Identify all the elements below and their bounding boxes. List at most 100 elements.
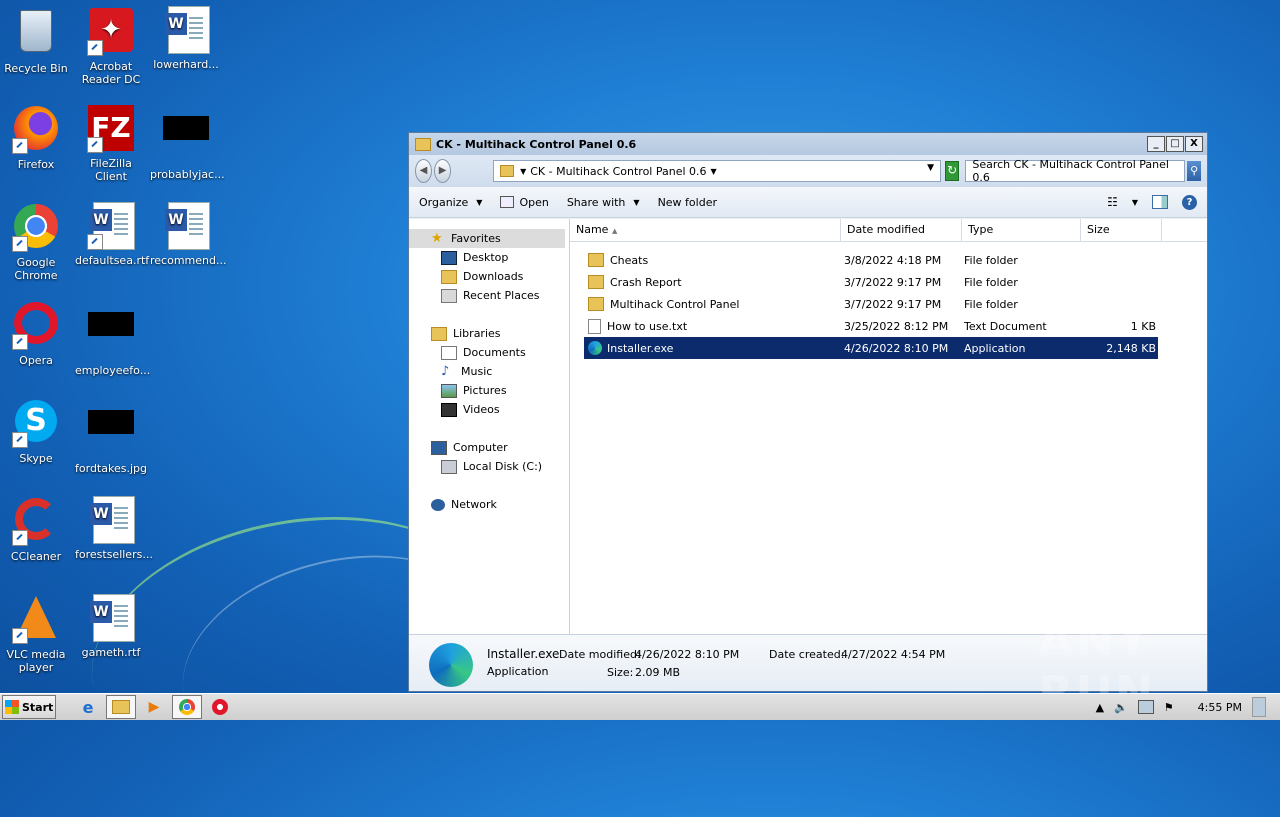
taskbar-ie[interactable]: e bbox=[74, 696, 102, 718]
minimize-button[interactable]: _ bbox=[1147, 136, 1165, 152]
desktop-icon-label: probablyjac... bbox=[150, 168, 225, 181]
taskbar-chrome[interactable] bbox=[172, 695, 202, 719]
internet-explorer-icon: e bbox=[82, 697, 94, 717]
desktop-icon-label: Firefox bbox=[17, 158, 55, 171]
file-row[interactable]: How to use.txt 3/25/2022 8:12 PM Text Do… bbox=[584, 315, 1158, 337]
chevron-down-icon[interactable]: ▼ bbox=[1132, 198, 1138, 207]
maximize-button[interactable]: □ bbox=[1166, 136, 1184, 152]
desktop-icon-gameth[interactable]: gameth.rtf bbox=[75, 594, 147, 659]
acrobat-icon: ✦ bbox=[87, 8, 135, 56]
open-button[interactable]: Open bbox=[500, 196, 549, 209]
taskbar-explorer[interactable] bbox=[106, 695, 136, 719]
column-date-modified[interactable]: Date modified bbox=[841, 219, 962, 241]
nav-libraries[interactable]: Libraries bbox=[409, 324, 569, 343]
refresh-button[interactable]: ↻ bbox=[945, 161, 960, 181]
column-name[interactable]: Name ▲ bbox=[570, 219, 841, 241]
file-date: 3/7/2022 9:17 PM bbox=[844, 275, 942, 289]
nav-network[interactable]: Network bbox=[409, 495, 569, 514]
new-folder-button[interactable]: New folder bbox=[658, 196, 717, 209]
file-row[interactable]: Multihack Control Panel 3/7/2022 9:17 PM… bbox=[584, 293, 1158, 315]
vlc-icon bbox=[12, 596, 60, 644]
nav-downloads[interactable]: Downloads bbox=[409, 267, 569, 286]
details-filetype: Application bbox=[487, 665, 549, 678]
file-size: 1 KB bbox=[1130, 319, 1156, 333]
column-header: Name ▲ Date modified Type Size bbox=[570, 219, 1207, 242]
desktop-icon-skype[interactable]: S Skype bbox=[0, 398, 72, 465]
desktop-icon-label: lowerhard... bbox=[153, 58, 219, 71]
nav-local-disk[interactable]: Local Disk (C:) bbox=[409, 457, 569, 476]
desktop-icon-employeefo[interactable]: employeefo... bbox=[75, 300, 150, 377]
desktop-icon-acrobat[interactable]: ✦ Acrobat Reader DC bbox=[75, 6, 147, 86]
file-row[interactable]: Cheats 3/8/2022 4:18 PM File folder bbox=[584, 249, 1158, 271]
network-icon[interactable] bbox=[1137, 700, 1154, 714]
show-hidden-icons-icon[interactable]: ▲ bbox=[1096, 701, 1104, 714]
close-button[interactable]: X bbox=[1185, 136, 1203, 152]
desktop-icon-label: gameth.rtf bbox=[81, 646, 141, 659]
nav-music[interactable]: ♪ Music bbox=[409, 362, 569, 381]
help-icon[interactable]: ? bbox=[1182, 194, 1197, 210]
taskbar-opera[interactable] bbox=[206, 696, 234, 718]
redacted-thumbnail-icon bbox=[87, 312, 135, 360]
desktop-icon-defaultsea[interactable]: defaultsea.rtf bbox=[75, 202, 149, 267]
chevron-down-icon[interactable]: ▼ bbox=[520, 167, 526, 176]
desktop-icon-filezilla[interactable]: FZ FileZilla Client bbox=[75, 104, 147, 183]
explorer-window[interactable]: CK - Multihack Control Panel 0.6 _ □ X ◀… bbox=[408, 132, 1208, 692]
nav-documents[interactable]: Documents bbox=[409, 343, 569, 362]
file-type: File folder bbox=[964, 275, 1018, 289]
action-center-flag-icon[interactable]: ⚑ bbox=[1164, 701, 1174, 714]
desktop-icon-probablyjac[interactable]: probablyjac... bbox=[150, 104, 225, 181]
volume-icon[interactable]: 🔈 bbox=[1114, 701, 1128, 714]
nav-label: Computer bbox=[453, 441, 508, 454]
show-desktop-button[interactable] bbox=[1252, 697, 1266, 717]
desktop-icon-vlc[interactable]: VLC media player bbox=[0, 594, 72, 674]
search-input[interactable]: Search CK - Multihack Control Panel 0.6 bbox=[965, 158, 1186, 184]
desktop-icon-fordtakes[interactable]: fordtakes.jpg bbox=[75, 398, 147, 475]
file-size: 2,148 KB bbox=[1106, 341, 1156, 355]
search-icon[interactable]: ⚲ bbox=[1187, 161, 1202, 181]
column-name-label: Name bbox=[576, 223, 609, 236]
desktop-icon-opera[interactable]: Opera bbox=[0, 300, 72, 367]
organize-button[interactable]: Organize ▼ bbox=[419, 196, 482, 209]
share-with-button[interactable]: Share with ▼ bbox=[567, 196, 640, 209]
nav-desktop[interactable]: Desktop bbox=[409, 248, 569, 267]
column-type[interactable]: Type bbox=[962, 219, 1081, 241]
clock[interactable]: 4:55 PM bbox=[1198, 701, 1242, 714]
preview-pane-icon[interactable] bbox=[1152, 195, 1168, 209]
chevron-down-icon: ▼ bbox=[633, 197, 640, 207]
forward-button[interactable]: ▶ bbox=[434, 159, 452, 183]
taskbar: Start e ▶ ▲ 🔈 ⚑ 4:55 PM bbox=[0, 693, 1280, 720]
nav-computer[interactable]: Computer bbox=[409, 438, 569, 457]
nav-recent-places[interactable]: Recent Places bbox=[409, 286, 569, 305]
file-row[interactable]: Crash Report 3/7/2022 9:17 PM File folde… bbox=[584, 271, 1158, 293]
firefox-icon bbox=[12, 106, 60, 154]
nav-pictures[interactable]: Pictures bbox=[409, 381, 569, 400]
nav-favorites[interactable]: ★ Favorites bbox=[409, 229, 565, 248]
nav-videos[interactable]: Videos bbox=[409, 400, 569, 419]
file-date: 3/25/2022 8:12 PM bbox=[844, 319, 949, 333]
chevron-down-icon[interactable]: ▼ bbox=[711, 167, 717, 176]
title-bar[interactable]: CK - Multihack Control Panel 0.6 _ □ X bbox=[409, 133, 1207, 155]
nav-label: Libraries bbox=[453, 327, 501, 340]
desktop-icon-ccleaner[interactable]: CCleaner bbox=[0, 496, 72, 563]
file-row-selected[interactable]: Installer.exe 4/26/2022 8:10 PM Applicat… bbox=[584, 337, 1158, 359]
videos-icon bbox=[441, 402, 457, 417]
address-bar[interactable]: ▼ CK - Multihack Control Panel 0.6 ▼ ▼ bbox=[493, 160, 942, 182]
address-bar-row: ◀ ▶ ▼ CK - Multihack Control Panel 0.6 ▼… bbox=[409, 155, 1207, 187]
address-dropdown-icon[interactable]: ▼ bbox=[927, 163, 934, 173]
desktop-icon-recommend[interactable]: recommend... bbox=[150, 202, 226, 267]
back-button[interactable]: ◀ bbox=[415, 159, 433, 183]
taskbar-media-player[interactable]: ▶ bbox=[140, 696, 168, 718]
computer-icon bbox=[431, 440, 447, 455]
details-date-created: 4/27/2022 4:54 PM bbox=[841, 648, 946, 661]
address-path[interactable]: CK - Multihack Control Panel 0.6 bbox=[530, 165, 706, 178]
desktop-icon-forestsellers[interactable]: forestsellers... bbox=[75, 496, 153, 561]
column-size[interactable]: Size bbox=[1081, 219, 1162, 241]
desktop-icon-chrome[interactable]: Google Chrome bbox=[0, 202, 72, 282]
view-options-icon[interactable]: ☷ bbox=[1107, 195, 1118, 209]
desktop-icon-label: FileZilla Client bbox=[90, 157, 132, 183]
desktop-icon-lowerhard[interactable]: lowerhard... bbox=[150, 6, 222, 71]
details-date-modified-label: Date modified: bbox=[559, 648, 641, 661]
start-button[interactable]: Start bbox=[2, 695, 56, 719]
desktop-icon-recycle-bin[interactable]: Recycle Bin bbox=[0, 6, 72, 75]
desktop-icon-firefox[interactable]: Firefox bbox=[0, 104, 72, 171]
